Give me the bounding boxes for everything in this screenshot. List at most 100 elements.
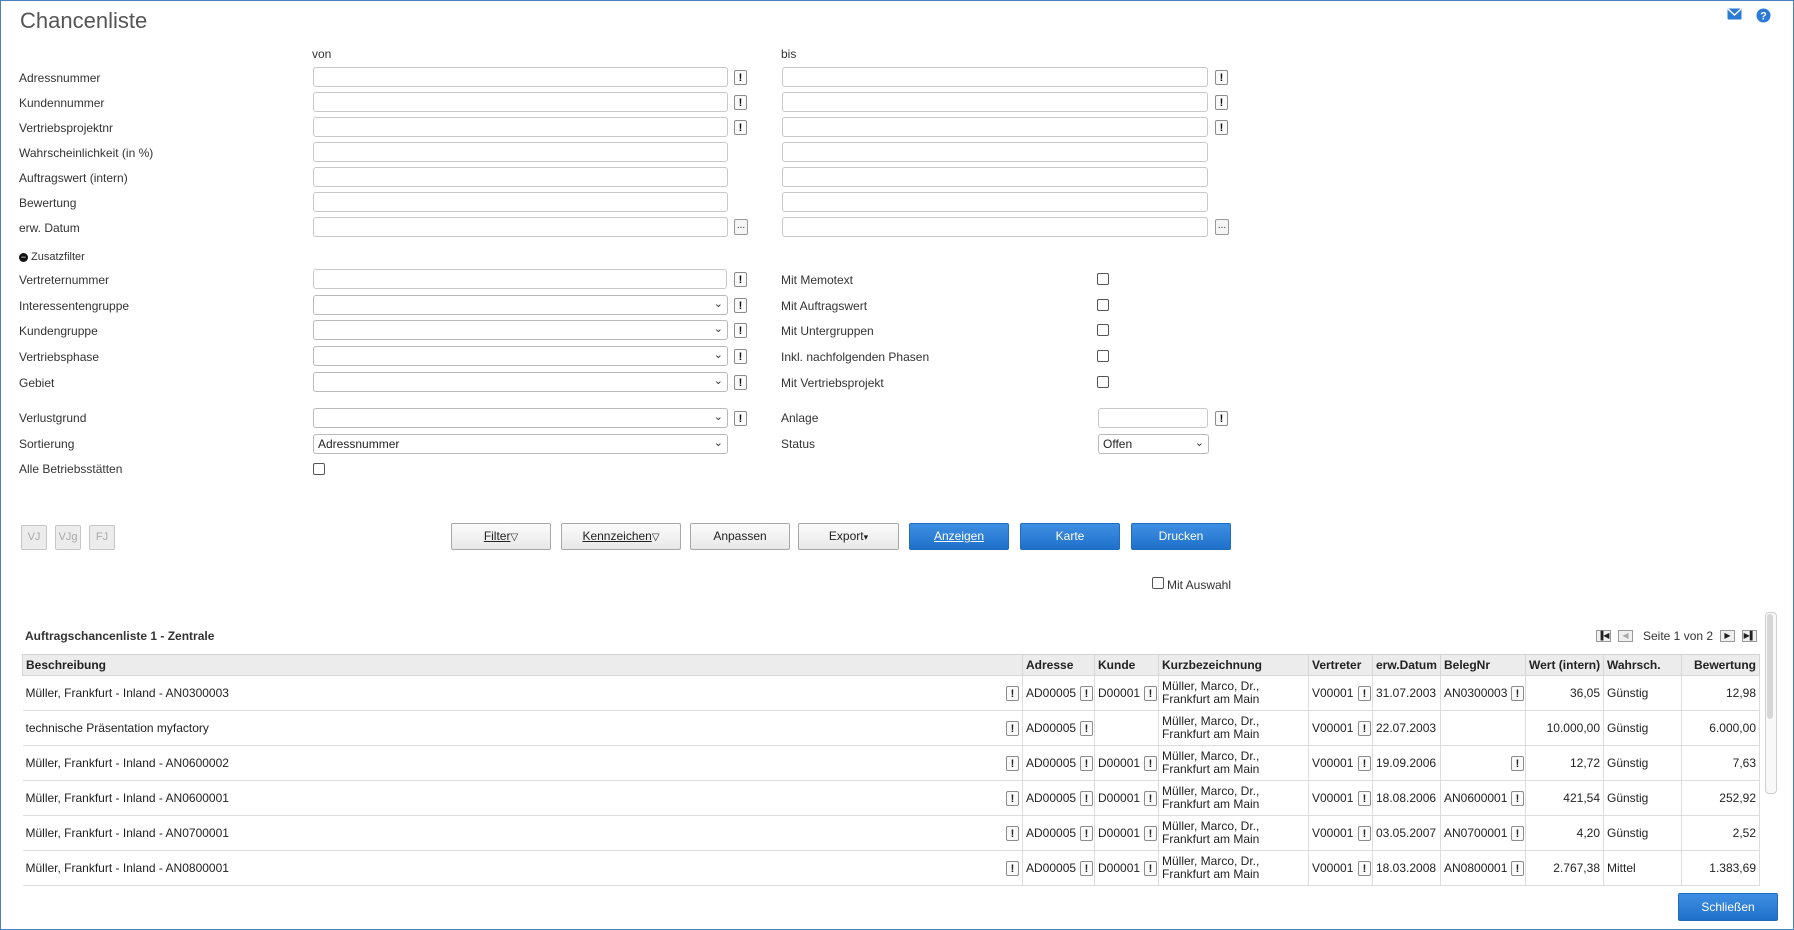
filter-to-input-4[interactable] xyxy=(782,167,1208,187)
extra-filter-picker-icon-3[interactable]: ! xyxy=(734,349,747,364)
table-row[interactable]: Müller, Frankfurt - Inland - AN0600001! A… xyxy=(22,780,1760,816)
column-header-5[interactable]: erw.Datum xyxy=(1372,654,1441,676)
grid-scrollbar-thumb[interactable] xyxy=(1767,614,1773,719)
sortierung-select[interactable]: Adressnummer ⌄ xyxy=(313,434,728,454)
extra-filter-select-2[interactable]: ⌄ xyxy=(313,320,728,340)
row-vertreter-icon[interactable]: ! xyxy=(1358,790,1371,806)
mail-icon[interactable] xyxy=(1727,8,1742,22)
filter-to-input-3[interactable] xyxy=(782,142,1208,162)
filter-button[interactable]: Filter▽ xyxy=(451,523,551,550)
row-kunde-icon[interactable]: ! xyxy=(1144,825,1157,841)
drucken-button[interactable]: Drucken xyxy=(1131,523,1231,550)
extra-filter-select-4[interactable]: ⌄ xyxy=(313,372,728,392)
filter-to-input-0[interactable] xyxy=(782,67,1208,87)
help-icon[interactable]: ? xyxy=(1756,8,1771,23)
pager-prev-icon[interactable]: ◀ xyxy=(1618,630,1633,642)
pager-last-icon[interactable]: ▶▌ xyxy=(1742,630,1757,642)
table-row[interactable]: Müller, Frankfurt - Inland - AN0800001! A… xyxy=(22,850,1760,886)
anlage-picker-icon[interactable]: ! xyxy=(1215,411,1228,426)
filter-to-input-6[interactable] xyxy=(782,217,1208,237)
verlustgrund-picker-icon[interactable]: ! xyxy=(734,411,747,426)
column-header-3[interactable]: Kurzbezeichnung xyxy=(1158,654,1309,676)
filter-to-input-1[interactable] xyxy=(782,92,1208,112)
table-row[interactable]: Müller, Frankfurt - Inland - AN0300003! A… xyxy=(22,675,1760,711)
column-header-9[interactable]: Bewertung xyxy=(1681,654,1760,676)
row-adresse-icon[interactable]: ! xyxy=(1080,755,1093,771)
option-checkbox-3[interactable] xyxy=(1097,350,1109,362)
filter-from-input-0[interactable] xyxy=(313,67,728,87)
row-beleg-icon[interactable]: ! xyxy=(1511,860,1524,876)
status-select[interactable]: Offen ⌄ xyxy=(1098,434,1209,454)
filter-from-picker-icon-0[interactable]: ! xyxy=(734,70,747,85)
close-button[interactable]: Schließen xyxy=(1678,893,1778,921)
filter-from-input-2[interactable] xyxy=(313,117,728,137)
row-kunde-icon[interactable]: ! xyxy=(1144,685,1157,701)
karte-button[interactable]: Karte xyxy=(1020,523,1120,550)
row-vertreter-icon[interactable]: ! xyxy=(1358,860,1371,876)
extra-filter-select-3[interactable]: ⌄ xyxy=(313,346,728,366)
filter-from-input-4[interactable] xyxy=(313,167,728,187)
mit-auswahl-checkbox[interactable] xyxy=(1152,577,1164,589)
table-row[interactable]: Müller, Frankfurt - Inland - AN0600002! A… xyxy=(22,745,1760,781)
column-header-6[interactable]: BelegNr xyxy=(1440,654,1526,676)
anlage-input[interactable] xyxy=(1098,408,1208,428)
row-vertreter-icon[interactable]: ! xyxy=(1358,825,1371,841)
filter-from-picker-icon-2[interactable]: ! xyxy=(734,120,747,135)
option-checkbox-0[interactable] xyxy=(1097,273,1109,285)
extra-filter-picker-icon-4[interactable]: ! xyxy=(734,375,747,390)
zusatzfilter-toggle[interactable]: − Zusatzfilter xyxy=(19,251,85,263)
row-beleg-icon[interactable]: ! xyxy=(1511,685,1524,701)
column-header-8[interactable]: Wahrsch. xyxy=(1603,654,1682,676)
verlustgrund-select[interactable]: ⌄ xyxy=(313,408,728,428)
toolbar-small-button-1[interactable]: VJg xyxy=(55,525,81,550)
grid-scrollbar[interactable] xyxy=(1765,612,1777,794)
extra-filter-select-1[interactable]: ⌄ xyxy=(313,295,728,315)
vertreter-input[interactable] xyxy=(313,269,727,289)
alle-betriebsstaetten-checkbox[interactable] xyxy=(313,463,325,475)
anzeigen-button[interactable]: Anzeigen xyxy=(909,523,1009,550)
filter-from-input-3[interactable] xyxy=(313,142,728,162)
filter-to-input-2[interactable] xyxy=(782,117,1208,137)
column-header-4[interactable]: Vertreter xyxy=(1308,654,1373,676)
column-header-0[interactable]: Beschreibung xyxy=(22,654,1023,676)
option-checkbox-4[interactable] xyxy=(1097,376,1109,388)
pager-next-icon[interactable]: ▶ xyxy=(1720,630,1735,642)
row-beleg-icon[interactable]: ! xyxy=(1511,755,1524,771)
row-beschreibung-icon[interactable]: ! xyxy=(1006,860,1019,876)
row-adresse-icon[interactable]: ! xyxy=(1080,825,1093,841)
extra-filter-picker-icon-2[interactable]: ! xyxy=(734,323,747,338)
toolbar-small-button-0[interactable]: VJ xyxy=(21,525,47,550)
row-vertreter-icon[interactable]: ! xyxy=(1358,755,1371,771)
row-beschreibung-icon[interactable]: ! xyxy=(1006,825,1019,841)
row-adresse-icon[interactable]: ! xyxy=(1080,685,1093,701)
filter-to-picker-icon-2[interactable]: ! xyxy=(1215,120,1228,135)
column-header-7[interactable]: Wert (intern) xyxy=(1525,654,1604,676)
row-vertreter-icon[interactable]: ! xyxy=(1358,720,1371,736)
anpassen-button[interactable]: Anpassen xyxy=(690,523,790,550)
table-row[interactable]: Müller, Frankfurt - Inland - AN0700001! A… xyxy=(22,815,1760,851)
row-beleg-icon[interactable]: ! xyxy=(1511,790,1524,806)
column-header-2[interactable]: Kunde xyxy=(1094,654,1159,676)
filter-to-input-5[interactable] xyxy=(782,192,1208,212)
row-kunde-icon[interactable]: ! xyxy=(1144,755,1157,771)
table-row[interactable]: technische Präsentation myfactory! AD0000… xyxy=(22,710,1760,746)
extra-filter-picker-icon-0[interactable]: ! xyxy=(734,272,747,287)
filter-to-picker-icon-1[interactable]: ! xyxy=(1215,95,1228,110)
row-vertreter-icon[interactable]: ! xyxy=(1358,685,1371,701)
pager-first-icon[interactable]: ▐◀ xyxy=(1596,630,1611,642)
row-beschreibung-icon[interactable]: ! xyxy=(1006,790,1019,806)
date-from-picker-button[interactable]: ... xyxy=(734,219,748,235)
row-kunde-icon[interactable]: ! xyxy=(1144,790,1157,806)
option-checkbox-1[interactable] xyxy=(1097,299,1109,311)
row-adresse-icon[interactable]: ! xyxy=(1080,790,1093,806)
filter-from-input-5[interactable] xyxy=(313,192,728,212)
extra-filter-picker-icon-1[interactable]: ! xyxy=(734,298,747,313)
column-header-1[interactable]: Adresse xyxy=(1022,654,1095,676)
filter-to-picker-icon-0[interactable]: ! xyxy=(1215,70,1228,85)
row-beschreibung-icon[interactable]: ! xyxy=(1006,685,1019,701)
filter-from-picker-icon-1[interactable]: ! xyxy=(734,95,747,110)
export-button[interactable]: Export▾ xyxy=(798,523,899,550)
row-beleg-icon[interactable]: ! xyxy=(1511,825,1524,841)
row-adresse-icon[interactable]: ! xyxy=(1080,860,1093,876)
toolbar-small-button-2[interactable]: FJ xyxy=(89,525,115,550)
